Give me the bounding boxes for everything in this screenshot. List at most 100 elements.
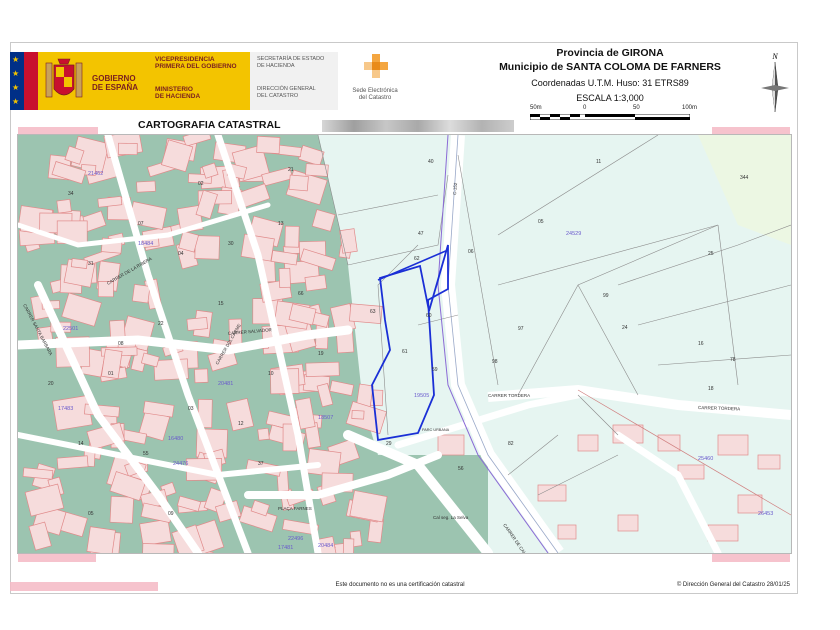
parcel-number: 29 <box>386 441 392 447</box>
block-code: 18484 <box>138 241 153 247</box>
vice-line-2: PRIMERA DEL GOBIERNO <box>155 63 237 70</box>
parcel-number: 14 <box>78 441 84 447</box>
parcel-number: 40 <box>428 159 434 165</box>
secretaria-label: SECRETARÍA DE ESTADO DE HACIENDA <box>257 56 324 69</box>
parcel-number: 22 <box>158 321 164 327</box>
municipality-title: Municipio de SANTA COLOMA DE FARNERS <box>499 61 721 73</box>
coat-of-arms-icon <box>42 55 86 107</box>
parcel-number: 61 <box>402 349 408 355</box>
north-arrow-icon: N <box>761 52 789 113</box>
block-code: 18507 <box>318 415 333 421</box>
building <box>717 434 749 456</box>
scale-bar <box>530 114 690 120</box>
parcel-number: 30 <box>228 241 234 247</box>
vice-line-1: VICEPRESIDENCIA <box>155 56 215 63</box>
sede-line-2: del Catastro <box>358 95 392 101</box>
secretaria-line-2: DE HACIENDA <box>257 62 295 69</box>
place-label: PARC URBANA <box>422 428 450 432</box>
eu-star-icon: ★ <box>12 97 20 106</box>
scalebar-label-mid: 50 <box>633 105 640 111</box>
parcel-number: 15 <box>218 301 224 307</box>
scalebar-label-right: 100m <box>682 105 698 111</box>
sede-label[interactable]: Sede Electrónica del Catastro <box>344 88 406 102</box>
parcel-number: 11 <box>596 159 601 165</box>
building <box>117 142 138 156</box>
parcel-number: 97 <box>518 326 524 332</box>
building <box>305 361 340 377</box>
cartography-title: CARTOGRAFIA CATASTRAL <box>138 119 281 131</box>
eu-star-icon: ★ <box>12 55 20 64</box>
building <box>256 135 281 154</box>
building <box>617 514 639 532</box>
parcel-number: 25 <box>708 251 714 257</box>
eu-star-icon: ★ <box>12 83 20 92</box>
parcel-number: 98 <box>492 359 498 365</box>
redacted-tag <box>18 554 96 562</box>
dgc-label: DIRECCIÓN GENERAL DEL CATASTRO <box>257 86 316 99</box>
building <box>284 225 300 248</box>
block-code: 17481 <box>278 545 293 551</box>
road-label: CARRER TORDERA <box>488 393 530 398</box>
parcel-number: 07 <box>138 221 144 227</box>
parcel-number: 62 <box>414 256 420 262</box>
building <box>136 180 156 193</box>
map-canvas[interactable]: CARRER TORDERACARRER TORDERACARRER SANTA… <box>18 135 791 553</box>
scale-label: ESCALA 1:3,000 <box>576 93 644 103</box>
parcel-number: 02 <box>198 181 204 187</box>
block-code: 20484 <box>318 543 333 549</box>
parcel-number: 60 <box>426 313 432 319</box>
parcel-number: 55 <box>143 451 149 457</box>
parcel-number: 21 <box>288 167 294 173</box>
building <box>351 410 365 420</box>
redacted-tag <box>712 554 790 562</box>
coordinates-label: Coordenadas U.T.M. Huso: 31 ETRS89 <box>531 78 689 88</box>
parcel-number: 24 <box>622 325 628 331</box>
north-label: N <box>771 52 778 61</box>
parcel-number: 08 <box>118 341 124 347</box>
block-code: 22496 <box>288 536 303 542</box>
block-code: 21462 <box>88 171 103 177</box>
building <box>557 524 577 540</box>
parcel-number: 09 <box>168 511 174 517</box>
gov-line-1: GOBIERNO <box>92 74 136 83</box>
province-title: Provincia de GIRONA <box>556 47 664 59</box>
building <box>86 526 116 553</box>
parcel-number: 34 <box>68 191 74 197</box>
block-code: 17483 <box>58 406 73 412</box>
building <box>342 538 355 553</box>
road-label: PLAÇA FARNES <box>278 506 312 511</box>
sede-electronica-logo-icon <box>364 54 388 78</box>
block-code: 25460 <box>698 456 713 462</box>
road-label: Cal seg. La Selva <box>433 515 469 520</box>
building <box>141 543 175 553</box>
building <box>186 316 209 331</box>
parcel-number: 47 <box>418 231 424 237</box>
cadastral-map[interactable]: CARRER TORDERA CARRER TORDERA CARRER SANTA… <box>17 134 792 554</box>
parcel-number: 01 <box>108 371 114 377</box>
parcel-number: 16 <box>698 341 704 347</box>
ministry-line-1: MINISTERIO <box>155 86 193 93</box>
building <box>194 235 220 260</box>
parcel-number: 344 <box>740 175 749 181</box>
redacted-tag <box>10 582 158 591</box>
block-code: 20481 <box>218 381 233 387</box>
building <box>139 518 172 547</box>
parcel-number: 78 <box>730 357 736 363</box>
block-code: 24529 <box>566 231 581 237</box>
parcel-number: 59 <box>432 367 438 373</box>
eu-star-icon: ★ <box>12 69 20 78</box>
building <box>194 368 209 384</box>
gov-label: GOBIERNO DE ESPAÑA <box>92 74 138 92</box>
redacted-reference <box>322 120 514 132</box>
building <box>70 258 88 269</box>
parcel-number: 82 <box>508 441 514 447</box>
building <box>437 434 465 456</box>
building <box>349 303 383 324</box>
parcel-number: 10 <box>268 371 274 377</box>
building <box>56 198 72 214</box>
vice-label: VICEPRESIDENCIA PRIMERA DEL GOBIERNO <box>155 56 237 70</box>
building <box>757 454 781 470</box>
dgc-line-2: DEL CATASTRO <box>257 92 299 99</box>
block-code: 24476 <box>173 461 188 467</box>
ministry-line-2: DE HACIENDA <box>155 93 201 100</box>
